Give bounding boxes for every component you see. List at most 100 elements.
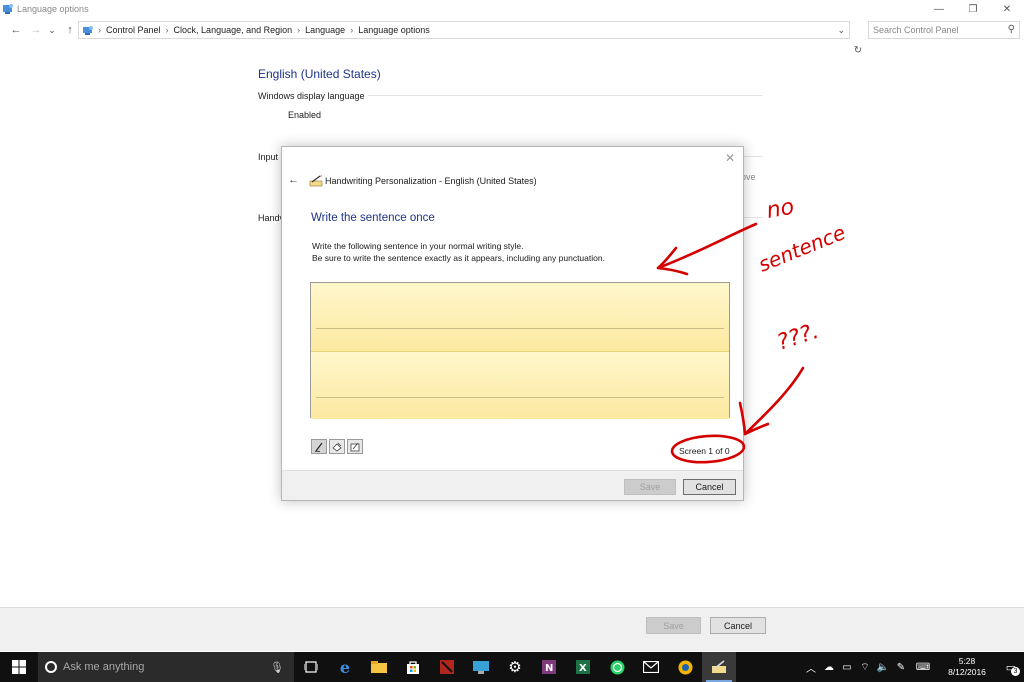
- address-bar[interactable]: › Control Panel › Clock, Language, and R…: [78, 21, 850, 39]
- eraser-icon: [332, 442, 342, 451]
- edge-app-button[interactable]: e: [328, 652, 362, 682]
- windows-logo-icon: [12, 660, 26, 674]
- breadcrumb-language[interactable]: Language: [305, 25, 345, 35]
- touch-keyboard-icon[interactable]: ⌨: [910, 652, 936, 682]
- onenote-app-button[interactable]: N: [532, 652, 566, 682]
- section-divider: [744, 156, 763, 157]
- breadcrumb-separator: ›: [165, 25, 169, 35]
- annotation-text-question-marks: ???.: [774, 319, 822, 356]
- clear-tool-button[interactable]: [347, 439, 363, 454]
- folder-icon: [371, 661, 387, 673]
- baseline: [316, 328, 724, 329]
- search-input[interactable]: Search Control Panel ⚲: [868, 21, 1020, 39]
- task-view-button[interactable]: [294, 652, 328, 682]
- writing-row[interactable]: [311, 351, 729, 419]
- whatsapp-app-button[interactable]: [600, 652, 634, 682]
- dialog-footer: Save Cancel: [282, 470, 743, 500]
- window-title: Language options: [17, 4, 89, 14]
- writing-row[interactable]: [311, 283, 729, 351]
- action-center-button[interactable]: ▭ 3: [998, 652, 1024, 682]
- search-icon[interactable]: ⚲: [1008, 24, 1015, 35]
- gear-icon: ⚙: [508, 659, 522, 676]
- whatsapp-icon: [610, 660, 624, 674]
- dialog-back-button[interactable]: ←: [288, 174, 299, 186]
- system-tray: ︿ ☁ ▭ ⌔ 🔈 ✎ ⌨ 5:28 8/12/2016 ▭ 3: [802, 652, 1024, 682]
- onedrive-icon[interactable]: ☁: [820, 652, 838, 682]
- microphone-icon[interactable]: 🎙: [270, 661, 284, 674]
- refresh-button[interactable]: ↻: [851, 41, 865, 59]
- task-view-icon: [304, 661, 318, 673]
- breadcrumb-separator: ›: [297, 25, 301, 35]
- baseline: [316, 397, 724, 398]
- language-heading: English (United States): [258, 67, 381, 81]
- remote-desktop-app-button[interactable]: [464, 652, 498, 682]
- dialog-save-button[interactable]: Save: [624, 479, 676, 495]
- close-button[interactable]: ✕: [990, 0, 1024, 18]
- dota-app-button[interactable]: [430, 652, 464, 682]
- screen-counter: Screen 1 of 0: [679, 446, 730, 456]
- display-language-label: Windows display language: [258, 91, 365, 101]
- settings-app-button[interactable]: ⚙: [498, 652, 532, 682]
- dialog-close-button[interactable]: ✕: [725, 151, 735, 165]
- annotation-arrow-to-counter: [738, 366, 805, 436]
- start-button[interactable]: [0, 652, 38, 682]
- save-button[interactable]: Save: [646, 617, 701, 634]
- breadcrumb-control-panel[interactable]: Control Panel: [106, 25, 161, 35]
- section-divider: [368, 95, 763, 96]
- taskbar: Ask me anything 🎙 e ⚙ N X ︿ ☁ ▭ ⌔ 🔈 ✎ ⌨ …: [0, 652, 1024, 682]
- cancel-button[interactable]: Cancel: [710, 617, 766, 634]
- annotation-text-sentence: sentence: [755, 220, 849, 277]
- remote-desktop-icon: [473, 660, 489, 674]
- annotation-text-no: no: [765, 195, 796, 224]
- recent-locations-button[interactable]: ⌄: [44, 22, 60, 38]
- battery-icon[interactable]: ▭: [838, 652, 856, 682]
- dialog-cancel-button[interactable]: Cancel: [683, 479, 736, 495]
- store-bag-icon: [407, 661, 419, 674]
- svg-text:N: N: [545, 663, 553, 674]
- breadcrumb-language-options[interactable]: Language options: [358, 25, 430, 35]
- breadcrumb-separator: ›: [98, 25, 101, 35]
- writing-pad[interactable]: [310, 282, 730, 419]
- back-button[interactable]: ←: [8, 22, 24, 38]
- clock[interactable]: 5:28 8/12/2016: [936, 656, 998, 678]
- store-app-button[interactable]: [396, 652, 430, 682]
- cortana-icon: [45, 661, 57, 673]
- handwriting-dialog: ✕ ← Handwriting Personalization - Englis…: [281, 146, 744, 501]
- cortana-placeholder: Ask me anything: [63, 661, 145, 673]
- svg-text:X: X: [579, 663, 587, 674]
- handwriting-icon: [309, 175, 323, 187]
- up-button[interactable]: ↑: [62, 22, 78, 38]
- dialog-heading: Write the sentence once: [311, 212, 435, 224]
- maps-icon: [678, 660, 692, 674]
- dialog-instructions: Write the following sentence in your nor…: [312, 240, 605, 264]
- show-hidden-icons-button[interactable]: ︿: [802, 652, 820, 682]
- volume-icon[interactable]: 🔈: [874, 652, 892, 682]
- input-label: Input: [258, 152, 279, 162]
- forward-button[interactable]: →: [28, 22, 44, 38]
- pen-tool-button[interactable]: [311, 439, 327, 454]
- breadcrumb-clock-language-region[interactable]: Clock, Language, and Region: [174, 25, 293, 35]
- handwriting-app-button[interactable]: [702, 652, 736, 682]
- eraser-tool-button[interactable]: [329, 439, 345, 454]
- pen-workspace-icon[interactable]: ✎: [892, 652, 910, 682]
- excel-app-button[interactable]: X: [566, 652, 600, 682]
- file-explorer-app-button[interactable]: [362, 652, 396, 682]
- dialog-title: Handwriting Personalization - English (U…: [325, 176, 537, 186]
- notification-count-badge: 3: [1011, 667, 1020, 676]
- onenote-icon: N: [542, 660, 556, 674]
- control-panel-icon: [83, 25, 93, 35]
- breadcrumb-separator: ›: [350, 25, 354, 35]
- restore-button[interactable]: ❐: [956, 0, 990, 18]
- wifi-icon[interactable]: ⌔: [856, 652, 874, 682]
- search-placeholder: Search Control Panel: [873, 25, 959, 35]
- writing-tools: [311, 439, 363, 454]
- minimize-button[interactable]: —: [922, 0, 956, 18]
- control-panel-icon: [3, 4, 13, 14]
- clear-icon: [350, 442, 360, 451]
- address-dropdown-icon[interactable]: ⌄: [837, 25, 845, 36]
- pen-icon: [315, 442, 323, 452]
- cortana-search-box[interactable]: Ask me anything 🎙: [38, 652, 294, 682]
- window-controls: — ❐ ✕: [922, 0, 1024, 18]
- maps-app-button[interactable]: [668, 652, 702, 682]
- mail-app-button[interactable]: [634, 652, 668, 682]
